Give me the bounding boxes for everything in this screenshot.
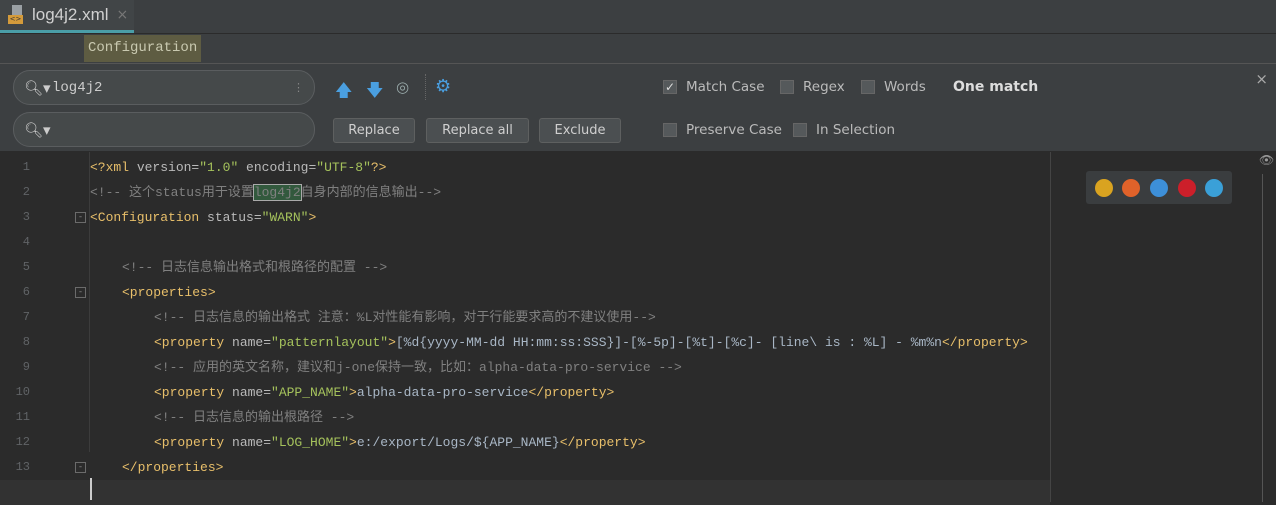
code-token: status=	[207, 210, 262, 225]
code-token: version=	[136, 160, 200, 175]
preserve-case-checkbox[interactable]: Preserve Case	[663, 122, 782, 138]
search-history-icon[interactable]: ⋮	[293, 81, 304, 94]
code-token: </properties>	[122, 460, 224, 475]
code-token: </property>	[528, 385, 615, 400]
code-token: <!-- 日志信息输出格式和根路径的配置 -->	[122, 260, 388, 275]
code-line[interactable]: <Configuration status="WARN">	[0, 205, 1050, 230]
code-line[interactable]: </properties>	[0, 455, 1050, 480]
next-occurrence-icon[interactable]: 🡇	[366, 78, 383, 107]
in-selection-checkbox[interactable]: In Selection	[793, 122, 895, 138]
match-case-checkbox[interactable]: ✓ Match Case	[663, 79, 765, 95]
code-line[interactable]	[0, 480, 1050, 505]
code-token: "APP_NAME"	[271, 385, 350, 400]
code-token: [%d{yyyy-MM-dd HH:mm:ss:SSS}]-[%-5p]-[%t…	[395, 335, 942, 350]
firefox-icon[interactable]	[1122, 178, 1141, 197]
code-line[interactable]: <!-- 日志信息输出格式和根路径的配置 -->	[0, 255, 1050, 280]
code-token: <!-- 这个status用于设置	[90, 185, 254, 200]
close-tab-icon[interactable]: ×	[117, 7, 129, 23]
code-line[interactable]: <!-- 这个status用于设置log4j2自身内部的信息输出-->	[0, 180, 1050, 205]
code-token: <property	[154, 385, 233, 400]
right-margin-line	[1050, 152, 1051, 502]
search-icon[interactable]: 🔍︎▾	[24, 121, 52, 139]
toolbar-divider	[425, 74, 426, 100]
ie-icon[interactable]	[1205, 178, 1224, 197]
code-line[interactable]: <property name="patternlayout">[%d{yyyy-…	[0, 330, 1050, 355]
code-line[interactable]: <property name="APP_NAME">alpha-data-pro…	[0, 380, 1050, 405]
find-replace-panel: 🔍︎▾ log4j2 ⋮ 🔍︎▾ 🡅 🡇 ◎ ⚙ Replace Replace…	[0, 64, 1276, 152]
select-all-occurrences-icon[interactable]: ◎	[396, 78, 409, 96]
search-match-highlight: log4j2	[252, 184, 302, 201]
code-token: <!-- 日志信息的输出格式 注意：%L对性能有影响，对于行能要求高的不建议使用…	[154, 310, 656, 325]
code-token: <properties>	[122, 285, 216, 300]
text-caret	[90, 478, 92, 500]
code-token: </property>	[941, 335, 1028, 350]
tab-log4j2-xml[interactable]: <> log4j2.xml ×	[0, 0, 134, 33]
code-token: encoding=	[238, 160, 317, 175]
settings-gear-icon[interactable]: ⚙	[435, 76, 451, 97]
code-token: "UTF-8"	[316, 160, 371, 175]
code-token: e:/export/Logs/${APP_NAME}	[356, 435, 560, 450]
match-count-status: One match	[953, 79, 1039, 95]
opera-icon[interactable]	[1177, 178, 1196, 197]
code-token: <?xml	[90, 160, 137, 175]
breadcrumb-bar: Configuration	[0, 34, 1276, 64]
editor-tab-bar: <> log4j2.xml ×	[0, 0, 1276, 34]
code-token: <property	[154, 335, 233, 350]
code-line[interactable]	[0, 230, 1050, 255]
code-token: ?>	[370, 160, 387, 175]
code-line[interactable]: <!-- 日志信息的输出根路径 -->	[0, 405, 1050, 430]
code-token: >	[308, 210, 317, 225]
code-token: >	[349, 385, 357, 400]
code-token: "1.0"	[199, 160, 239, 175]
search-value[interactable]: log4j2	[52, 80, 102, 96]
code-token: "WARN"	[261, 210, 309, 225]
code-token: </property>	[559, 435, 646, 450]
regex-checkbox[interactable]: Regex	[780, 79, 845, 95]
replace-all-button[interactable]: Replace all	[426, 118, 529, 143]
code-line[interactable]: <!-- 应用的英文名称，建议和j-one保持一致，比如：alpha-data-…	[0, 355, 1050, 380]
code-token: alpha-data-pro-service	[356, 385, 529, 400]
code-line[interactable]: <!-- 日志信息的输出格式 注意：%L对性能有影响，对于行能要求高的不建议使用…	[0, 305, 1050, 330]
breadcrumb-configuration[interactable]: Configuration	[84, 35, 202, 62]
search-input[interactable]: 🔍︎▾ log4j2 ⋮	[13, 70, 315, 105]
code-token: "patternlayout"	[271, 335, 389, 350]
xml-file-icon: <>	[8, 5, 28, 25]
code-token: name=	[232, 335, 272, 350]
code-line[interactable]: <property name="LOG_HOME">e:/export/Logs…	[0, 430, 1050, 455]
browser-preview-popup	[1086, 171, 1232, 204]
code-token: >	[388, 335, 396, 350]
code-token: 自身内部的信息输出-->	[300, 185, 442, 200]
indent-guide	[89, 152, 90, 452]
safari-icon[interactable]	[1149, 178, 1168, 197]
replace-button[interactable]: Replace	[333, 118, 415, 143]
vertical-scrollbar[interactable]	[1262, 174, 1272, 502]
code-token: <!-- 日志信息的输出根路径 -->	[154, 410, 355, 425]
close-find-icon[interactable]: ×	[1255, 70, 1268, 88]
code-line[interactable]: <?xml version="1.0" encoding="UTF-8"?>	[0, 155, 1050, 180]
exclude-button[interactable]: Exclude	[539, 118, 621, 143]
code-token: "LOG_HOME"	[271, 435, 350, 450]
replace-input[interactable]: 🔍︎▾	[13, 112, 315, 147]
previous-occurrence-icon[interactable]: 🡅	[335, 78, 352, 107]
code-line[interactable]: <properties>	[0, 280, 1050, 305]
tab-label: log4j2.xml	[32, 5, 109, 24]
code-token: <property	[154, 435, 233, 450]
code-token: name=	[232, 435, 272, 450]
words-checkbox[interactable]: Words	[861, 79, 926, 95]
eye-icon[interactable]: 👁︎	[1259, 153, 1274, 167]
chrome-icon[interactable]	[1094, 178, 1113, 197]
code-token: name=	[232, 385, 272, 400]
code-token: <!-- 应用的英文名称，建议和j-one保持一致，比如：alpha-data-…	[154, 360, 682, 375]
search-icon[interactable]: 🔍︎▾	[24, 79, 52, 97]
code-token: >	[349, 435, 357, 450]
code-token: <Configuration	[90, 210, 208, 225]
checkmark-icon: ✓	[663, 80, 677, 94]
